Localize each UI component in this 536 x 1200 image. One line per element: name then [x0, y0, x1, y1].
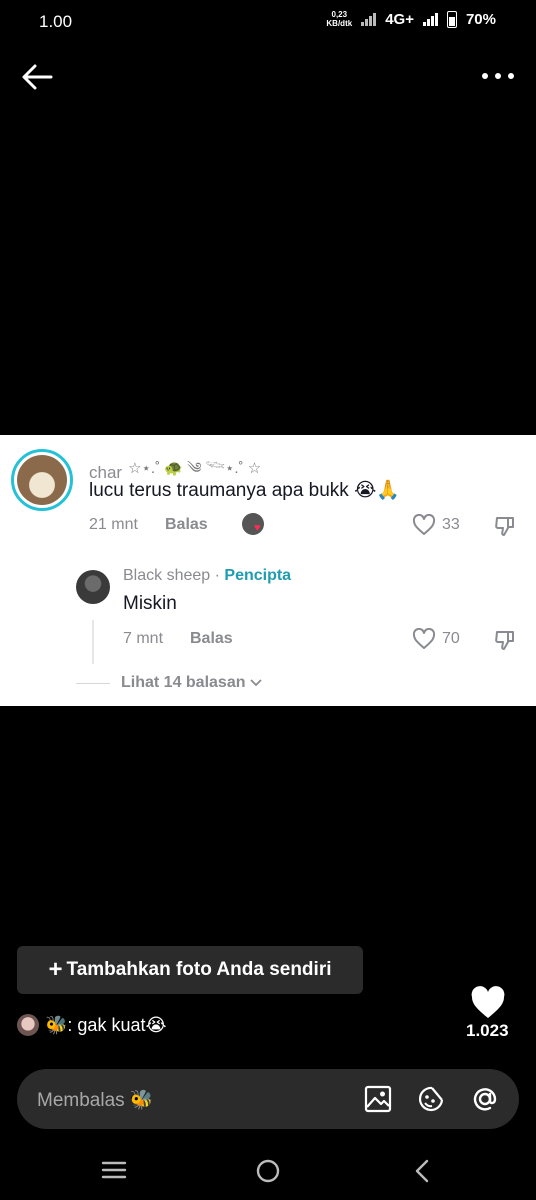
speed-unit: KB/dtk	[326, 19, 353, 28]
mention-icon[interactable]	[470, 1084, 500, 1114]
reply-username[interactable]: Black sheep	[123, 567, 210, 584]
status-time: 1.00	[39, 12, 73, 31]
like-heart-outline-icon[interactable]	[412, 628, 436, 650]
heart-icon: ♥	[254, 522, 261, 534]
dislike-icon[interactable]	[493, 514, 517, 538]
reply-reply-button[interactable]: Balas	[190, 630, 233, 648]
chevron-down-icon	[249, 679, 262, 687]
home-icon[interactable]	[255, 1158, 281, 1184]
view-replies-button[interactable]: Lihat 14 balasan	[121, 674, 262, 692]
reply-text: Miskin	[123, 593, 177, 614]
separator-dot: ·	[210, 567, 225, 584]
creator-badge: Pencipta	[224, 567, 292, 584]
caption-text: : gak kuat😭	[67, 1014, 167, 1035]
speed-value: 0,23	[331, 10, 348, 19]
like-count: 1.023	[466, 1021, 509, 1040]
status-indicators: 0,23 KB/dtk 4G+ 70%	[326, 10, 496, 28]
reply-button[interactable]: Balas	[165, 516, 208, 534]
view-replies-label[interactable]: Lihat 14 balasan	[121, 674, 246, 692]
thread-line	[92, 620, 94, 664]
like-heart-outline-icon[interactable]	[412, 514, 436, 536]
image-icon[interactable]	[363, 1084, 393, 1114]
network-type: 4G+	[385, 10, 414, 28]
menu-icon[interactable]	[101, 1158, 127, 1182]
back-arrow-icon[interactable]	[18, 58, 56, 96]
add-photo-button[interactable]: + Tambahkan foto Anda sendiri	[17, 946, 363, 994]
dislike-icon[interactable]	[493, 628, 517, 652]
back-nav-icon[interactable]	[412, 1158, 432, 1184]
caption-emoji: 🐝	[45, 1014, 68, 1035]
comment-text: lucu terus traumanya apa bukk 😭🙏	[89, 480, 400, 501]
heart-icon[interactable]	[470, 986, 506, 1020]
commenter-avatar[interactable]	[11, 449, 73, 511]
plus-icon: +	[48, 956, 63, 983]
comment-time: 21 mnt	[89, 516, 138, 533]
more-options-icon[interactable]	[480, 64, 516, 88]
caption-row: 🐝 : gak kuat😭	[17, 1014, 167, 1036]
reply-like-count: 70	[442, 630, 460, 647]
reply-placeholder[interactable]: Membalas 🐝	[37, 1088, 154, 1112]
signal-icon	[422, 12, 438, 26]
reply-time: 7 mnt	[123, 630, 164, 647]
caption-avatar[interactable]	[17, 1014, 39, 1036]
divider	[76, 683, 110, 684]
battery-level: 70%	[465, 10, 496, 28]
emoji-icon[interactable]	[416, 1084, 446, 1114]
reply-avatar[interactable]	[76, 570, 110, 604]
signal-icon	[361, 12, 377, 26]
battery-icon	[446, 10, 457, 28]
comment-like-count: 33	[442, 516, 460, 533]
creator-liked-avatar	[242, 513, 264, 535]
add-photo-label: Tambahkan foto Anda sendiri	[66, 959, 332, 980]
network-speed: 0,23 KB/dtk	[326, 10, 352, 28]
reply-username-line: Black sheep · Pencipta	[123, 567, 291, 585]
